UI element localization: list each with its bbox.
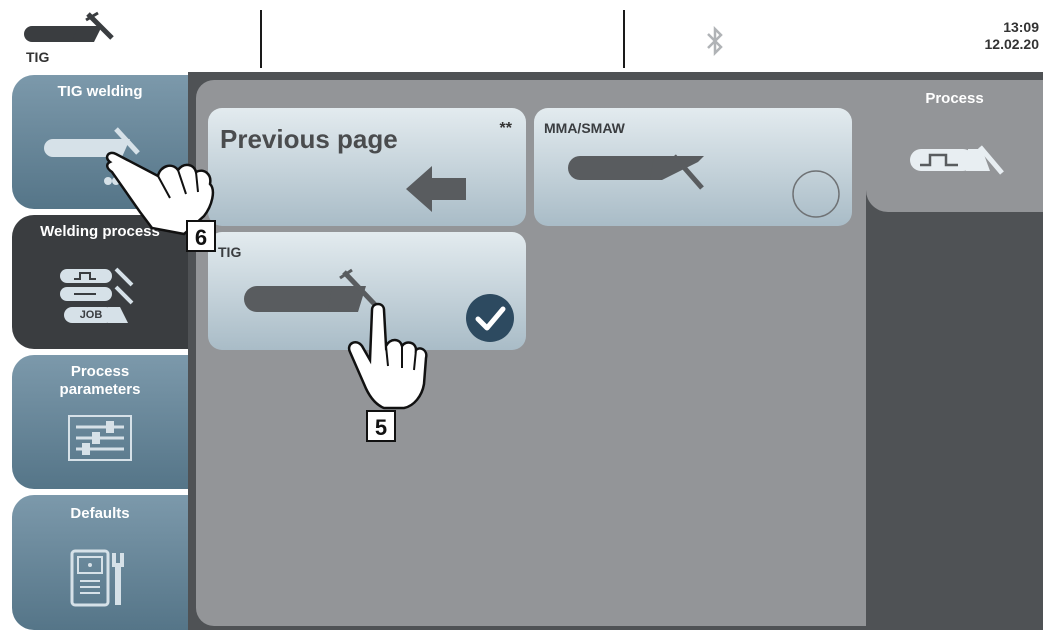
sidebar-item-defaults[interactable]: Defaults xyxy=(12,495,188,630)
selected-check-icon xyxy=(466,294,514,342)
arrow-left-icon xyxy=(406,166,466,212)
card-marker: ** xyxy=(499,120,512,137)
tig-torch-icon xyxy=(24,11,114,42)
divider xyxy=(623,10,625,68)
bluetooth-icon xyxy=(707,26,723,56)
sidebar-item-process-parameters[interactable]: Process parameters xyxy=(12,355,188,489)
card-title: Previous page xyxy=(220,124,398,154)
process-title: Process xyxy=(925,90,984,107)
callout-6: 6 xyxy=(186,220,216,252)
unselected-radio-icon xyxy=(792,170,840,218)
sidebar-item-label: TIG welding xyxy=(57,83,143,100)
machine-wrench-icon xyxy=(70,549,124,607)
sidebar-item-label: Defaults xyxy=(70,505,130,522)
pointing-hand-icon xyxy=(347,302,428,410)
job-label: JOB xyxy=(79,309,103,321)
card-title: MMA/SMAW xyxy=(544,120,625,136)
date-text: 12.02.20 xyxy=(984,36,1040,52)
pulse-torch-icon xyxy=(910,145,1004,175)
card-title: TIG xyxy=(218,244,242,260)
status-bar: TIG 13:09 12.02.20 xyxy=(0,0,1043,72)
callout-5: 5 xyxy=(366,410,396,442)
divider xyxy=(260,10,262,68)
sliders-icon xyxy=(68,415,132,461)
process-list-icon xyxy=(60,267,134,323)
time-text: 13:09 xyxy=(1003,19,1039,35)
mode-label: TIG xyxy=(26,49,50,65)
clock: 13:09 12.02.20 xyxy=(985,19,1040,53)
sidebar-item-label: Process parameters xyxy=(59,363,141,398)
mma-smaw-option[interactable]: MMA/SMAW xyxy=(534,108,852,226)
previous-page-button[interactable]: Previous page ** xyxy=(208,108,526,226)
electrode-holder-icon xyxy=(568,154,704,190)
